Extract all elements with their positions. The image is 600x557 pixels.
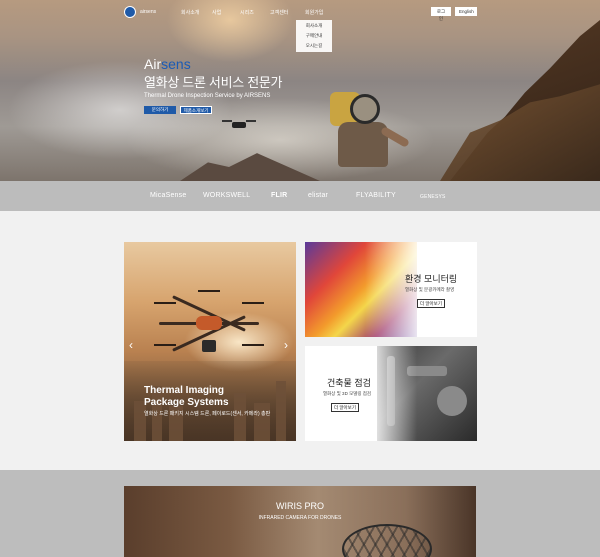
product-button[interactable]: 제품소개보기 [180, 106, 212, 114]
climber-body [338, 122, 388, 167]
card-subtitle: 열화상 및 분광카메라 촬영 [405, 287, 455, 292]
hero-title-plain: Air [144, 56, 162, 72]
slide-title: Thermal Imaging Package Systems [144, 385, 229, 409]
slider-next-icon[interactable]: › [284, 338, 288, 352]
menu-item-signup[interactable]: 회원가입 [305, 9, 323, 16]
partner-logo-flir[interactable]: FLIR [271, 192, 287, 199]
menu-item-company[interactable]: 회사소개 [181, 9, 199, 16]
partner-logo-flyability[interactable]: FLYABILITY [356, 192, 396, 199]
propeller-shape [154, 302, 176, 304]
slide-subtitle: 열화상 드론 패키지 시스템 드론, 페이로드(센서, 카메라) 총판 [144, 411, 271, 417]
slide-title-line2: Package Systems [144, 397, 229, 408]
service-card-building[interactable]: 건축물 점검 열화상 및 3D 모델링 점검 더 알아보기 [305, 346, 477, 441]
climber-helmet [350, 94, 380, 124]
slide-title-line1: Thermal Imaging [144, 385, 225, 396]
menu-item-support[interactable]: 고객센터 [270, 9, 288, 16]
drone-hub [196, 316, 222, 330]
pipe-shape [437, 386, 467, 416]
login-button[interactable]: 로그인 [431, 7, 451, 21]
hero-banner: airsens 회사소개 사업 시리즈 고객센터 회원가입 로그인 Englis… [0, 0, 600, 181]
propeller-shape [242, 302, 264, 304]
language-button[interactable]: English [455, 7, 477, 16]
banner-title: WIRIS PRO [275, 501, 324, 511]
slider-prev-icon[interactable]: ‹ [129, 338, 133, 352]
rock-image [180, 153, 320, 181]
dropdown-item-location[interactable]: 오시는길 [296, 42, 332, 50]
building-shape [254, 403, 270, 441]
rotor-shape [222, 120, 232, 122]
camera-gimbal [202, 340, 216, 352]
wiris-banner[interactable]: WIRIS PRO INFRARED CAMERA FOR DRONES [124, 486, 476, 557]
main-content: ‹ › Thermal Imaging Package Systems 열화상 … [0, 211, 600, 470]
hero-title-accent: sens [161, 56, 191, 72]
dropdown-menu: 회사소개 구매안내 오시는길 [296, 20, 332, 52]
image-fade [367, 346, 417, 441]
top-navigation: airsens 회사소개 사업 시리즈 고객센터 회원가입 로그인 Englis… [0, 6, 600, 21]
logo-icon[interactable] [124, 6, 136, 18]
partner-logo-elistar[interactable]: elistar [308, 192, 328, 199]
menu-item-series[interactable]: 시리즈 [240, 9, 254, 16]
card-title: 환경 모니터링 [405, 274, 458, 284]
dropdown-item-purchase[interactable]: 구매안내 [296, 32, 332, 40]
building-shape [276, 381, 286, 441]
building-shape [234, 393, 246, 441]
learn-more-button[interactable]: 더 알아보기 [331, 403, 359, 412]
menu-item-business[interactable]: 사업 [212, 9, 221, 16]
propeller-shape [154, 344, 176, 346]
service-card-environment[interactable]: 환경 모니터링 열화상 및 분광카메라 촬영 더 알아보기 [305, 242, 477, 337]
drone-icon [154, 282, 264, 372]
partner-logo-genesys[interactable]: GENESYS [420, 194, 446, 200]
drone-cage-image [342, 524, 432, 557]
hero-title: Airsens [144, 56, 191, 72]
contact-button[interactable]: 문의하기 [144, 106, 176, 114]
rotor-shape [246, 120, 256, 122]
bottom-section: WIRIS PRO INFRARED CAMERA FOR DRONES [0, 470, 600, 557]
logo-text[interactable]: airsens [140, 9, 156, 15]
partner-logo-workswell[interactable]: WORKSWELL [203, 192, 250, 199]
banner-subtitle: INFRARED CAMERA FOR DRONES [258, 515, 342, 521]
drone-icon [222, 118, 256, 132]
hero-description: Thermal Drone Inspection Service by AIRS… [144, 93, 271, 99]
card-subtitle: 열화상 및 3D 모델링 점검 [323, 391, 372, 396]
page: airsens 회사소개 사업 시리즈 고객센터 회원가입 로그인 Englis… [0, 0, 600, 557]
learn-more-button[interactable]: 더 알아보기 [417, 299, 445, 308]
product-slider[interactable]: ‹ › Thermal Imaging Package Systems 열화상 … [124, 242, 296, 441]
hero-subtitle: 열화상 드론 서비스 전문가 [144, 75, 283, 90]
drone-body [232, 122, 246, 128]
propeller-shape [242, 344, 264, 346]
climber-illustration [318, 88, 410, 181]
propeller-shape [198, 290, 220, 292]
dropdown-item-company[interactable]: 회사소개 [296, 22, 332, 30]
card-title: 건축물 점검 [327, 378, 371, 388]
partner-logos: MicaSense WORKSWELL FLIR elistar FLYABIL… [0, 181, 600, 211]
partner-logo-micasense[interactable]: MicaSense [150, 192, 186, 199]
